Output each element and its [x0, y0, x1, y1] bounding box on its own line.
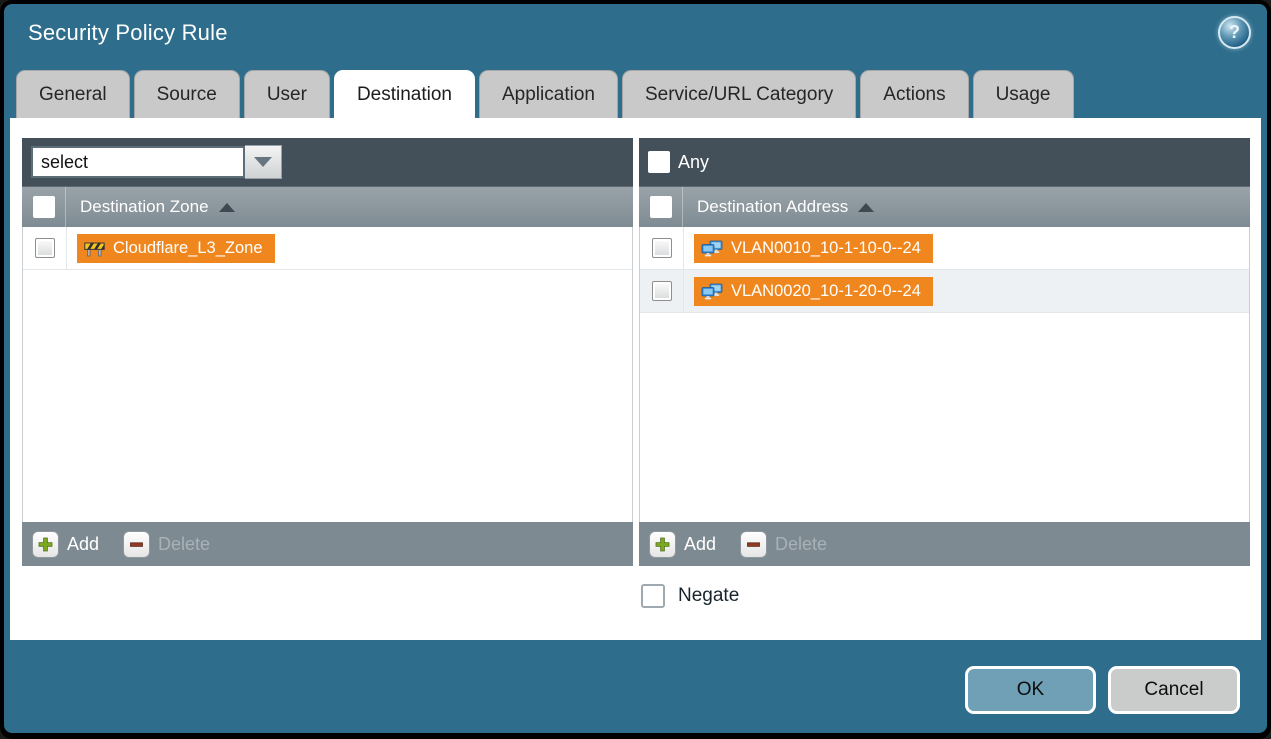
address-row-label: VLAN0010_10-1-10-0--24 [731, 239, 921, 258]
add-plus-icon [649, 531, 676, 558]
any-checkbox[interactable] [648, 151, 670, 173]
zone-delete-button[interactable]: Delete [123, 531, 210, 558]
zone-filter-select[interactable] [31, 145, 282, 179]
destination-address-panel: Any Destination Address [639, 138, 1250, 566]
add-plus-icon [32, 531, 59, 558]
address-select-all-checkbox[interactable] [650, 196, 672, 218]
help-icon[interactable]: ? [1218, 16, 1251, 49]
address-chip[interactable]: VLAN0020_10-1-20-0--24 [694, 277, 933, 306]
chevron-down-icon [254, 157, 272, 167]
address-row[interactable]: VLAN0020_10-1-20-0--24 [640, 270, 1249, 313]
network-address-icon [701, 240, 723, 257]
cancel-button[interactable]: Cancel [1108, 666, 1240, 714]
tab-usage[interactable]: Usage [973, 70, 1074, 118]
zone-panel-footer: Add Delete [22, 522, 633, 566]
address-chip[interactable]: VLAN0010_10-1-10-0--24 [694, 234, 933, 263]
address-column-header[interactable]: Destination Address [683, 187, 874, 227]
destination-zone-panel: Destination Zone [22, 138, 633, 566]
negate-label: Negate [678, 585, 739, 607]
tab-destination[interactable]: Destination [334, 70, 475, 118]
security-policy-rule-dialog: Security Policy Rule ? General Source Us… [4, 4, 1267, 733]
address-panel-footer: Add Delete [639, 522, 1250, 566]
any-label: Any [678, 152, 709, 173]
zone-filter-dropdown-button[interactable] [245, 145, 282, 179]
zone-list: Cloudflare_L3_Zone [22, 227, 633, 522]
tab-actions[interactable]: Actions [860, 70, 968, 118]
address-delete-button[interactable]: Delete [740, 531, 827, 558]
address-panel-header: Any [639, 138, 1250, 186]
zone-panel-header [22, 138, 633, 186]
negate-checkbox[interactable] [641, 584, 665, 608]
tab-content-destination: Destination Zone [10, 118, 1261, 640]
zone-filter-input[interactable] [31, 146, 245, 178]
tab-source[interactable]: Source [134, 70, 240, 118]
ok-button[interactable]: OK [965, 666, 1096, 714]
address-row[interactable]: VLAN0010_10-1-10-0--24 [640, 227, 1249, 270]
tab-general[interactable]: General [16, 70, 130, 118]
address-row-checkbox[interactable] [652, 281, 672, 301]
zone-column-header-row: Destination Zone [22, 186, 633, 227]
zone-add-button[interactable]: Add [32, 531, 99, 558]
delete-minus-icon [740, 531, 767, 558]
network-address-icon [701, 283, 723, 300]
tab-user[interactable]: User [244, 70, 330, 118]
negate-control: Negate [641, 584, 739, 608]
address-add-button[interactable]: Add [649, 531, 716, 558]
zone-row[interactable]: Cloudflare_L3_Zone [23, 227, 632, 270]
sort-ascending-icon [858, 203, 874, 212]
zone-select-all-checkbox[interactable] [33, 196, 55, 218]
dialog-frame: Security Policy Rule ? General Source Us… [0, 0, 1271, 739]
zone-row-label: Cloudflare_L3_Zone [113, 239, 263, 258]
zone-row-checkbox[interactable] [35, 238, 55, 258]
address-row-label: VLAN0020_10-1-20-0--24 [731, 282, 921, 301]
sort-ascending-icon [219, 203, 235, 212]
address-column-header-row: Destination Address [639, 186, 1250, 227]
address-row-checkbox[interactable] [652, 238, 672, 258]
tab-bar: General Source User Destination Applicat… [16, 70, 1074, 118]
tab-service-url-category[interactable]: Service/URL Category [622, 70, 856, 118]
tab-application[interactable]: Application [479, 70, 618, 118]
address-list: VLAN0010_10-1-10-0--24 [639, 227, 1250, 522]
help-glyph: ? [1229, 22, 1240, 43]
zone-barricade-icon [84, 240, 105, 257]
dialog-title: Security Policy Rule [28, 20, 228, 46]
zone-chip[interactable]: Cloudflare_L3_Zone [77, 234, 275, 263]
zone-column-header[interactable]: Destination Zone [66, 187, 235, 227]
delete-minus-icon [123, 531, 150, 558]
